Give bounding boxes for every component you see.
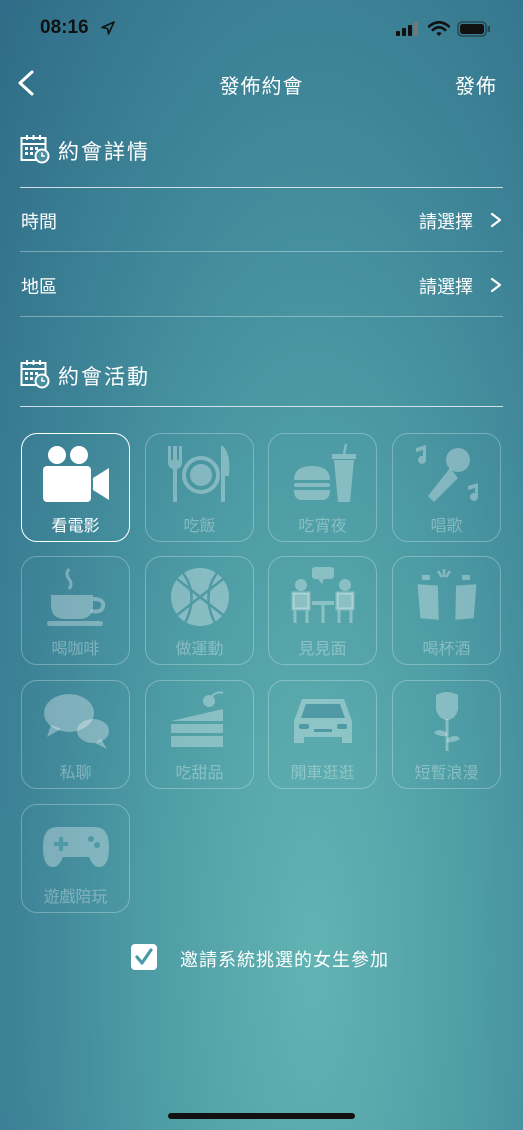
activity-tile-chat[interactable]: 私聊 <box>21 680 130 789</box>
location-arrow-icon <box>101 21 115 35</box>
activity-label: 遊戲陪玩 <box>43 887 108 906</box>
activity-tile-coffee[interactable]: 喝咖啡 <box>21 556 130 665</box>
activity-tile-romance[interactable]: 短暫浪漫 <box>392 680 501 789</box>
cake-icon <box>171 691 224 747</box>
plate-cutlery-icon <box>168 446 230 502</box>
activity-tile-drive[interactable]: 開車逛逛 <box>268 680 377 789</box>
activity-section-title: 約會活動 <box>58 365 150 389</box>
home-indicator[interactable] <box>168 1113 355 1119</box>
activity-label: 吃甜品 <box>175 763 224 782</box>
activity-tile-dining[interactable]: 吃飯 <box>145 433 254 542</box>
activity-label: 喝杯酒 <box>422 639 471 658</box>
chat-bubbles-icon <box>44 694 109 749</box>
movie-camera-icon <box>43 446 109 502</box>
activity-tile-meet[interactable]: 見見面 <box>268 556 377 665</box>
activity-label: 吃飯 <box>183 516 216 535</box>
basketball-icon <box>171 568 229 626</box>
page-title: 發佈約會 <box>219 74 304 98</box>
divider <box>20 316 503 317</box>
activity-tile-dessert[interactable]: 吃甜品 <box>145 680 254 789</box>
activity-label: 見見面 <box>298 639 347 658</box>
chevron-right-icon[interactable] <box>489 212 503 228</box>
calendar-clock-icon <box>20 135 50 164</box>
checkmark-icon <box>135 948 153 965</box>
car-icon <box>294 699 352 743</box>
activity-tile-movie[interactable]: 看電影 <box>21 433 130 542</box>
invite-checkbox-label[interactable]: 邀請系統挑選的女生參加 <box>180 946 389 972</box>
rose-icon <box>434 692 460 751</box>
activity-label: 做運動 <box>175 639 224 658</box>
invite-checkbox[interactable] <box>131 944 157 970</box>
divider <box>20 251 503 252</box>
meeting-icon <box>291 567 355 623</box>
divider <box>20 187 503 188</box>
microphone-icon <box>416 445 478 502</box>
battery-icon <box>457 21 490 37</box>
activity-tile-sports[interactable]: 做運動 <box>145 556 254 665</box>
activity-label: 看電影 <box>51 516 100 535</box>
activity-tile-gaming[interactable]: 遊戲陪玩 <box>21 804 130 913</box>
region-row-value[interactable]: 請選擇 <box>419 273 473 299</box>
activity-label: 唱歌 <box>430 516 463 535</box>
activity-label: 開車逛逛 <box>290 763 355 782</box>
divider <box>20 406 503 407</box>
time-row-value[interactable]: 請選擇 <box>419 208 473 234</box>
details-section-title: 約會詳情 <box>58 140 150 164</box>
region-row-label[interactable]: 地區 <box>21 273 57 299</box>
chevron-right-icon[interactable] <box>489 277 503 293</box>
activity-label: 吃宵夜 <box>298 516 347 535</box>
activity-label: 喝咖啡 <box>51 639 100 658</box>
publish-button[interactable]: 發佈 <box>455 70 497 99</box>
activity-label: 短暫浪漫 <box>414 763 479 782</box>
burger-drink-icon <box>294 443 356 502</box>
activity-tile-drinks[interactable]: 喝杯酒 <box>392 556 501 665</box>
coffee-cup-icon <box>47 568 106 626</box>
status-time: 08:16 <box>40 17 89 38</box>
cellular-signal-icon <box>396 22 418 36</box>
activity-label: 私聊 <box>59 763 92 782</box>
activity-tile-singing[interactable]: 唱歌 <box>392 433 501 542</box>
calendar-clock-icon <box>20 360 50 389</box>
time-row-label[interactable]: 時間 <box>21 208 57 234</box>
gamepad-icon <box>43 827 109 867</box>
wifi-icon <box>428 21 450 36</box>
activity-tile-late-snack[interactable]: 吃宵夜 <box>268 433 377 542</box>
beer-mugs-icon <box>417 569 477 620</box>
